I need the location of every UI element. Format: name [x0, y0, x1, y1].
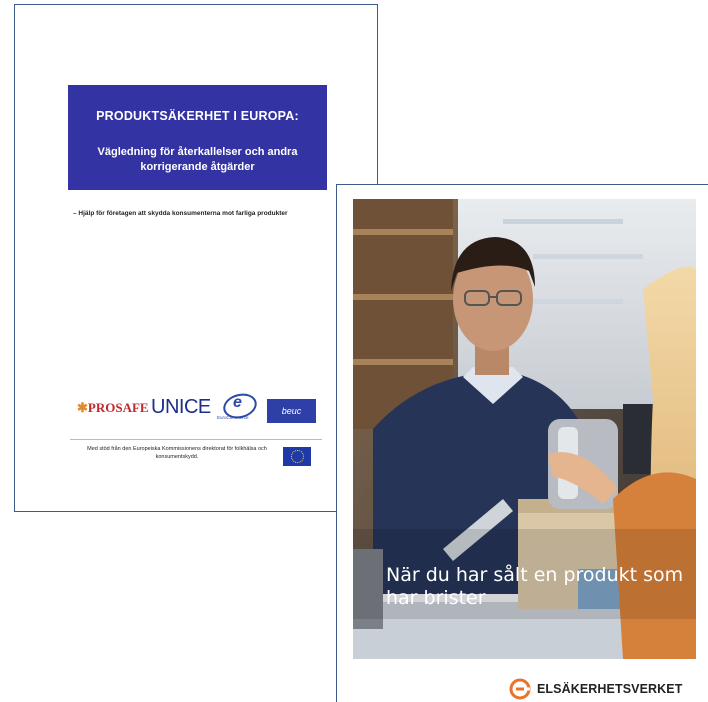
eu-flag-icon [283, 447, 311, 466]
brochure-cover: När du har sålt en produkt som har brist… [336, 184, 708, 702]
eurocommerce-logo: e EuroCommerce [215, 390, 263, 424]
title-banner: PRODUKTSÄKERHET I EUROPA: Vägledning för… [68, 85, 327, 190]
doc-subtitle: Vägledning för återkallelser och andra k… [97, 146, 298, 173]
doc-title: PRODUKTSÄKERHET I EUROPA: [96, 109, 299, 123]
org-name: ELSÄKERHETSVERKET [537, 682, 683, 696]
partner-logos: ✱PROSAFE UNICE e EuroCommerce beuc [77, 390, 317, 426]
beuc-logo: beuc [267, 399, 316, 423]
recall-guide-cover: PRODUKTSÄKERHET I EUROPA: Vägledning för… [14, 4, 378, 512]
elsakerhetsverket-icon [509, 678, 531, 700]
help-text: – Hjälp för företagen att skydda konsume… [73, 210, 288, 217]
cover-photo: När du har sålt en produkt som har brist… [353, 199, 696, 659]
unice-logo: UNICE [151, 396, 211, 418]
prosafe-logo: ✱PROSAFE [77, 400, 149, 415]
support-text: Med stöd från den Europeiska Kommissione… [87, 446, 267, 460]
divider [70, 439, 322, 440]
cover-title: När du har sålt en produkt som har brist… [386, 564, 684, 609]
